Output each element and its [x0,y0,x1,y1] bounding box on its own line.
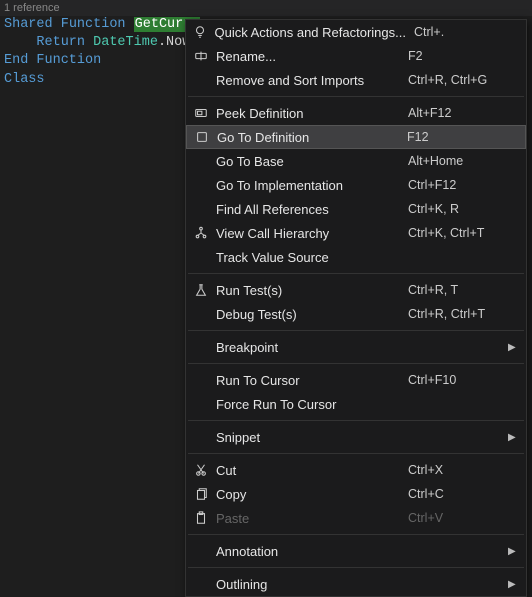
menu-item-shortcut: Ctrl+F10 [408,373,508,387]
menu-item-annotation[interactable]: Annotation ▶ [186,539,526,563]
menu-item-shortcut: Ctrl+R, Ctrl+T [408,307,508,321]
keyword-shared: Shared [4,17,53,32]
menu-item-go-to-definition[interactable]: Go To DefinitionF12 [186,125,526,149]
menu-item-label: Quick Actions and Refactorings... [214,25,413,40]
menu-item-go-to-implementation[interactable]: Go To ImplementationCtrl+F12 [186,173,526,197]
submenu-arrow-icon: ▶ [508,579,526,590]
keyword-return: Return [36,35,85,50]
menu-item-label: Force Run To Cursor [216,397,408,412]
menu-separator [188,420,524,421]
menu-item-quick-actions-and-refactorings[interactable]: Quick Actions and Refactorings...Ctrl+. [186,20,526,44]
menu-item-force-run-to-cursor[interactable]: Force Run To Cursor [186,392,526,416]
menu-item-label: View Call Hierarchy [216,226,408,241]
menu-separator [188,330,524,331]
peek-icon [186,106,216,120]
menu-item-label: Peek Definition [216,106,408,121]
keyword-class: Class [4,72,45,87]
menu-item-find-all-references[interactable]: Find All ReferencesCtrl+K, R [186,197,526,221]
menu-item-shortcut: Ctrl+C [408,487,508,501]
menu-item-label: Snippet [216,430,408,445]
menu-item-label: Run Test(s) [216,283,408,298]
menu-item-shortcut: Ctrl+K, R [408,202,508,216]
menu-item-label: Find All References [216,202,408,217]
menu-item-shortcut: Ctrl+R, T [408,283,508,297]
menu-item-shortcut: Ctrl+K, Ctrl+T [408,226,508,240]
menu-item-label: Annotation [216,544,408,559]
menu-item-label: Breakpoint [216,340,408,355]
menu-item-label: Track Value Source [216,250,408,265]
context-menu: Quick Actions and Refactorings...Ctrl+.R… [185,19,527,597]
type-datetime: DateTime [93,35,158,50]
keyword-endfn: End Function [4,53,101,68]
bulb-icon [186,25,214,39]
menu-item-label: Go To Definition [217,130,407,145]
menu-item-run-test-s[interactable]: Run Test(s)Ctrl+R, T [186,278,526,302]
menu-item-rename[interactable]: Rename...F2 [186,44,526,68]
submenu-arrow-icon: ▶ [508,546,526,557]
submenu-arrow-icon: ▶ [508,432,526,443]
menu-item-breakpoint[interactable]: Breakpoint ▶ [186,335,526,359]
menu-item-label: Run To Cursor [216,373,408,388]
menu-separator [188,567,524,568]
menu-item-remove-and-sort-imports[interactable]: Remove and Sort ImportsCtrl+R, Ctrl+G [186,68,526,92]
menu-item-copy[interactable]: CopyCtrl+C [186,482,526,506]
menu-item-shortcut: Ctrl+X [408,463,508,477]
menu-item-label: Paste [216,511,408,526]
hierarchy-icon [186,226,216,240]
reference-count[interactable]: 1 reference [0,0,532,16]
menu-item-cut[interactable]: CutCtrl+X [186,458,526,482]
menu-item-run-to-cursor[interactable]: Run To CursorCtrl+F10 [186,368,526,392]
menu-item-go-to-base[interactable]: Go To BaseAlt+Home [186,149,526,173]
menu-item-label: Go To Implementation [216,178,408,193]
menu-item-paste: PasteCtrl+V [186,506,526,530]
menu-separator [188,363,524,364]
flask-icon [186,283,216,297]
goto-icon [187,130,217,144]
menu-item-shortcut: Ctrl+R, Ctrl+G [408,73,508,87]
menu-item-shortcut: Ctrl+. [414,25,509,39]
menu-item-debug-test-s[interactable]: Debug Test(s)Ctrl+R, Ctrl+T [186,302,526,326]
menu-separator [188,96,524,97]
dot: . [158,35,166,50]
menu-item-track-value-source[interactable]: Track Value Source [186,245,526,269]
menu-item-label: Cut [216,463,408,478]
copy-icon [186,487,216,501]
paste-icon [186,511,216,525]
menu-item-label: Remove and Sort Imports [216,73,408,88]
keyword-function: Function [61,17,126,32]
menu-item-snippet[interactable]: Snippet ▶ [186,425,526,449]
rename-icon [186,49,216,63]
menu-item-view-call-hierarchy[interactable]: View Call HierarchyCtrl+K, Ctrl+T [186,221,526,245]
cut-icon [186,463,216,477]
menu-item-peek-definition[interactable]: Peek DefinitionAlt+F12 [186,101,526,125]
menu-separator [188,453,524,454]
menu-item-label: Debug Test(s) [216,307,408,322]
submenu-arrow-icon: ▶ [508,342,526,353]
menu-separator [188,273,524,274]
menu-item-shortcut: Ctrl+V [408,511,508,525]
menu-item-label: Copy [216,487,408,502]
menu-item-shortcut: Alt+Home [408,154,508,168]
menu-item-label: Outlining [216,577,408,592]
menu-item-shortcut: Alt+F12 [408,106,508,120]
menu-item-outlining[interactable]: Outlining ▶ [186,572,526,596]
menu-item-shortcut: F12 [407,130,507,144]
menu-item-shortcut: Ctrl+F12 [408,178,508,192]
menu-item-label: Go To Base [216,154,408,169]
menu-item-label: Rename... [216,49,408,64]
menu-item-shortcut: F2 [408,49,508,63]
